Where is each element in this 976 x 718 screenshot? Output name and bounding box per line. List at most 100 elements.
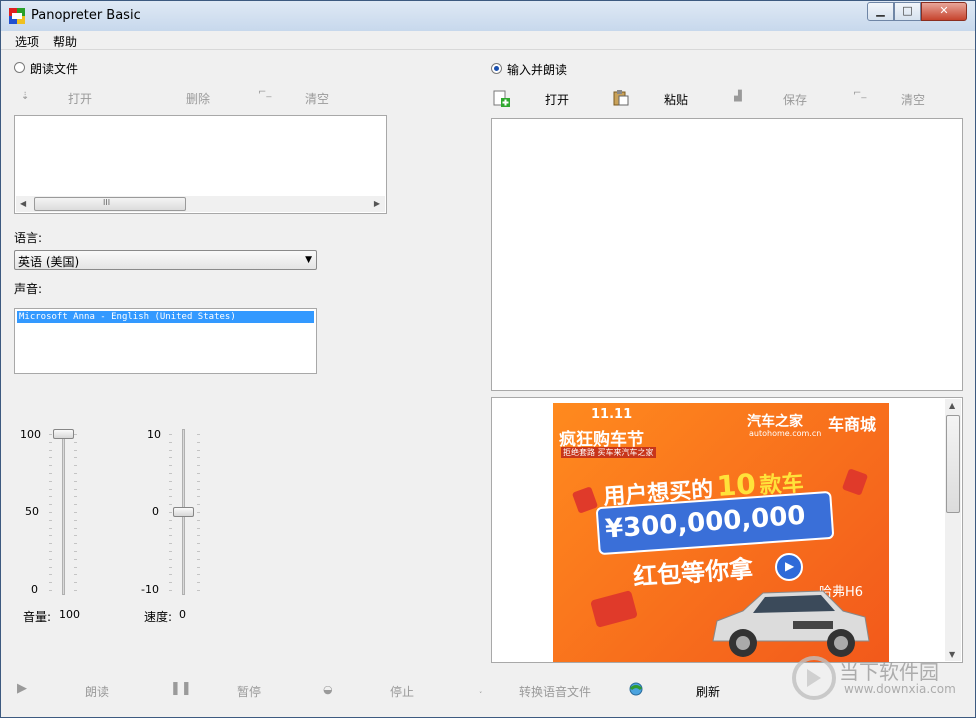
ad-brand-url: autohome.com.cn [749, 429, 822, 438]
scroll-up-icon[interactable]: ▲ [949, 401, 955, 410]
close-icon: ✕ [939, 4, 949, 17]
slider-tick [49, 473, 52, 474]
open-file-icon: ⇣ [21, 91, 30, 102]
slider-tick [197, 512, 200, 513]
read-button[interactable]: 朗读 [85, 683, 109, 700]
text-input-area[interactable] [491, 118, 963, 391]
ad-vscrollbar[interactable]: ▲ ▼ [945, 399, 961, 661]
menu-options[interactable]: 选项 [15, 33, 39, 50]
app-icon [9, 8, 25, 24]
slider-tick [74, 496, 77, 498]
stop-button[interactable]: 停止 [390, 683, 414, 700]
speed-label: 速度: [144, 610, 173, 624]
slider-tick [197, 574, 200, 576]
slider-tick [49, 527, 52, 529]
slider-tick [74, 551, 77, 552]
slider-tick [197, 504, 200, 506]
red-envelope-icon [590, 590, 638, 628]
slider-tick [197, 590, 200, 591]
slider-tick [74, 574, 77, 576]
read-file-radio[interactable] [14, 62, 25, 73]
slider-tick [169, 457, 172, 459]
menu-bar: 选项 帮助 [1, 31, 975, 50]
minimize-button[interactable]: ▁ [867, 2, 894, 21]
slider-tick [49, 535, 52, 537]
scroll-right-icon[interactable]: ▶ [374, 199, 380, 208]
close-button[interactable]: ✕ [921, 2, 967, 21]
volume-mid-label: 50 [25, 505, 39, 518]
slider-tick [169, 535, 172, 537]
maximize-button[interactable]: □ [894, 2, 921, 21]
speed-slider-thumb[interactable] [173, 507, 194, 517]
slider-tick [74, 590, 77, 591]
convert-audio-button[interactable]: 转换语音文件 [519, 683, 591, 700]
ad-event-date: 11.11 [591, 407, 633, 422]
refresh-button[interactable]: 刷新 [696, 683, 720, 700]
slider-tick [197, 465, 200, 467]
input-open-button[interactable]: 打开 [545, 91, 569, 108]
slider-tick [74, 512, 77, 513]
ad-brand2: 车商城 [828, 415, 877, 434]
clear-icon: ⌐_ [853, 88, 867, 99]
file-list-hscrollbar[interactable]: ◀ III ▶ [16, 196, 385, 212]
slider-tick [49, 582, 52, 584]
volume-slider-thumb[interactable] [53, 429, 74, 439]
slider-tick [74, 434, 77, 435]
file-list[interactable]: ◀ III ▶ [14, 115, 387, 214]
slider-tick [197, 434, 200, 435]
read-file-open-button[interactable]: 打开 [68, 90, 92, 107]
volume-value: 100 [59, 608, 80, 621]
voice-list[interactable]: Microsoft Anna - English (United States) [14, 308, 317, 374]
slider-tick [197, 543, 200, 545]
slider-tick [169, 465, 172, 467]
red-envelope-icon [571, 486, 599, 514]
input-clear-button[interactable]: 清空 [901, 91, 925, 108]
volume-track[interactable] [62, 429, 65, 595]
slider-tick [49, 434, 52, 435]
maximize-icon: □ [902, 4, 913, 17]
ad-banner[interactable]: 11.11 疯狂购车节 拒绝套路 买车来汽车之家 汽车之家 autohome.c… [553, 403, 889, 662]
read-file-delete-button[interactable]: 删除 [186, 90, 210, 107]
slider-tick [197, 535, 200, 537]
slider-tick [197, 473, 200, 474]
slider-tick [74, 535, 77, 537]
slider-tick [169, 434, 172, 435]
title-bar: Panopreter Basic ▁ □ ✕ [1, 1, 975, 31]
ad-scroll-thumb[interactable] [946, 415, 960, 513]
input-read-radio[interactable] [491, 63, 502, 74]
speed-min-label: -10 [141, 583, 159, 596]
speed-value: 0 [179, 608, 186, 621]
input-paste-button[interactable]: 粘贴 [664, 91, 688, 108]
slider-tick [74, 441, 77, 443]
ad-play-button[interactable]: ▶ [775, 553, 803, 581]
slider-tick [74, 473, 77, 474]
pause-icon: ❚❚ [170, 681, 192, 696]
slider-tick [49, 504, 52, 506]
slider-tick [74, 527, 77, 529]
slider-tick [169, 574, 172, 576]
scroll-thumb[interactable]: III [34, 197, 186, 211]
slider-tick [169, 527, 172, 529]
slider-tick [169, 496, 172, 498]
slider-tick [169, 519, 172, 521]
scroll-grip: III [103, 198, 111, 207]
slider-tick [197, 519, 200, 521]
speed-max-label: 10 [147, 428, 161, 441]
slider-tick [49, 543, 52, 545]
voice-item-selected[interactable]: Microsoft Anna - English (United States) [17, 311, 314, 323]
slider-tick [49, 496, 52, 498]
slider-tick [49, 519, 52, 521]
watermark-url: www.downxia.com [844, 682, 956, 696]
menu-help[interactable]: 帮助 [53, 33, 77, 50]
pause-button[interactable]: 暂停 [237, 683, 261, 700]
input-save-button[interactable]: 保存 [783, 91, 807, 108]
volume-max-label: 100 [20, 428, 41, 441]
language-select[interactable]: 英语 (美国) ▼ [14, 250, 317, 270]
slider-tick [197, 457, 200, 459]
read-file-clear-button[interactable]: 清空 [305, 90, 329, 107]
slider-tick [169, 441, 172, 443]
scroll-down-icon[interactable]: ▼ [949, 650, 955, 659]
slider-tick [49, 441, 52, 443]
car-image [712, 590, 870, 657]
scroll-left-icon[interactable]: ◀ [20, 199, 26, 208]
